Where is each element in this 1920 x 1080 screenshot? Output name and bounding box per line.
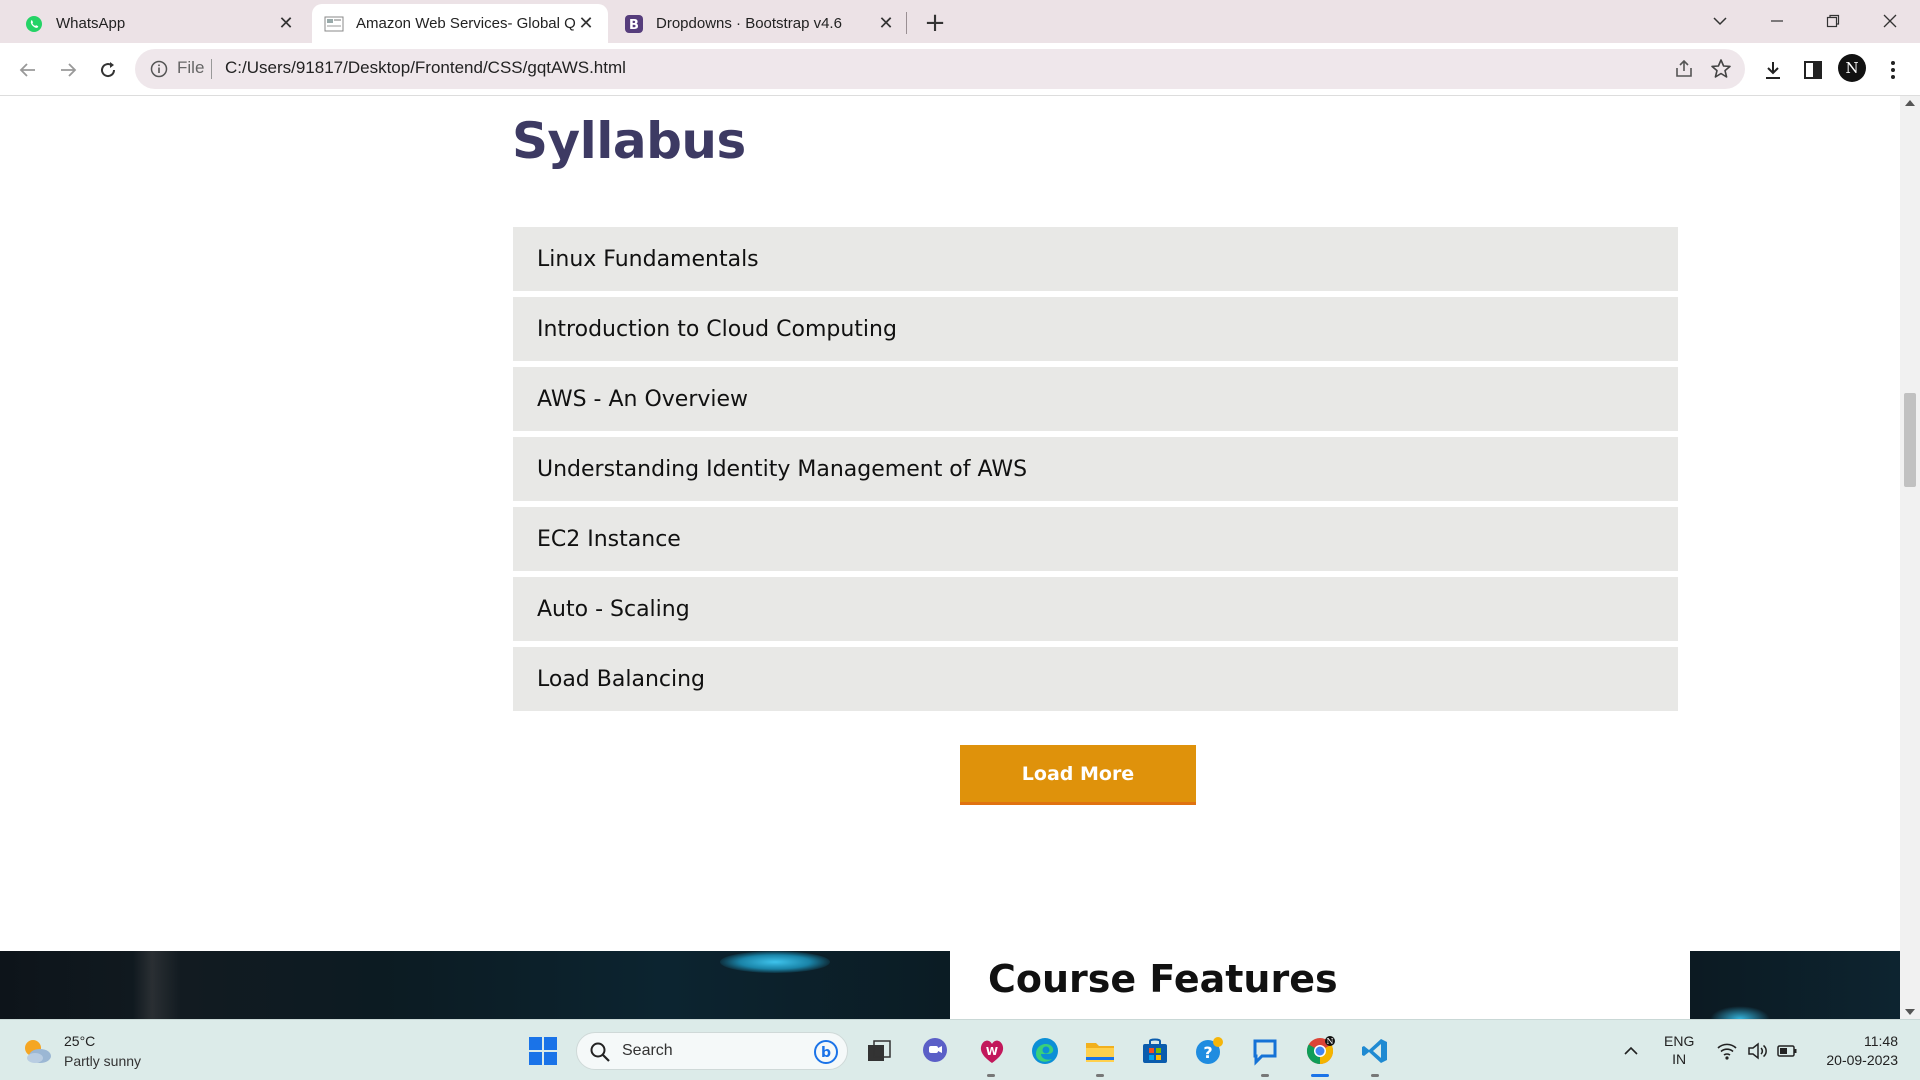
tab-title: Amazon Web Services- Global Q — [356, 15, 576, 32]
taskbar: 25°C Partly sunny Search b W ? N ENG IN … — [0, 1019, 1920, 1080]
wps-office-icon[interactable]: W — [975, 1034, 1009, 1068]
new-tab-button[interactable]: + — [920, 8, 950, 38]
divider — [211, 59, 212, 79]
tab-title: Dropdowns · Bootstrap v4.6 — [656, 15, 842, 32]
taskbar-search[interactable]: Search b — [576, 1032, 848, 1070]
svg-text:B: B — [629, 18, 639, 33]
active-indicator — [1311, 1074, 1329, 1077]
get-help-icon[interactable]: ? — [1193, 1034, 1227, 1068]
course-features-section: Course Features — [0, 951, 1900, 1019]
syllabus-list: Linux Fundamentals Introduction to Cloud… — [513, 227, 1678, 717]
region-code: IN — [1672, 1051, 1687, 1067]
tab-title: WhatsApp — [56, 15, 126, 32]
svg-text:b: b — [821, 1045, 831, 1061]
forward-icon[interactable] — [54, 56, 82, 84]
bootstrap-icon: B — [624, 14, 644, 34]
running-indicator — [1261, 1074, 1269, 1077]
page-viewport: Syllabus Linux Fundamentals Introduction… — [0, 96, 1900, 1019]
quick-assist-icon[interactable] — [1248, 1034, 1282, 1068]
close-icon[interactable]: ✕ — [276, 13, 296, 34]
url-text[interactable]: C:/Users/91817/Desktop/Frontend/CSS/gqtA… — [225, 58, 626, 78]
close-icon[interactable]: ✕ — [876, 13, 896, 34]
weather-widget[interactable]: 25°C Partly sunny — [20, 1030, 180, 1074]
list-item[interactable]: Load Balancing — [513, 647, 1678, 711]
address-bar[interactable]: File C:/Users/91817/Desktop/Frontend/CSS… — [135, 49, 1745, 89]
partly-sunny-icon — [20, 1034, 54, 1068]
tab-whatsapp[interactable]: WhatsApp ✕ — [12, 4, 308, 43]
list-item[interactable]: Introduction to Cloud Computing — [513, 297, 1678, 361]
scheme-label: File — [177, 58, 205, 77]
svg-text:W: W — [986, 1045, 998, 1058]
browser-toolbar: File C:/Users/91817/Desktop/Frontend/CSS… — [0, 43, 1920, 96]
background-image — [1690, 951, 1900, 1019]
reload-icon[interactable] — [94, 56, 122, 84]
search-placeholder: Search — [622, 1042, 673, 1059]
task-view-icon[interactable] — [862, 1034, 896, 1068]
running-indicator — [1371, 1074, 1379, 1077]
language-indicator[interactable]: ENG IN — [1664, 1032, 1694, 1068]
section-title: Course Features — [988, 957, 1338, 1001]
edge-icon[interactable] — [1028, 1034, 1062, 1068]
scroll-thumb[interactable] — [1904, 393, 1916, 487]
tab-separator — [906, 12, 907, 34]
info-icon[interactable] — [149, 59, 169, 79]
background-image — [0, 951, 950, 1019]
volume-icon[interactable] — [1746, 1040, 1768, 1062]
features-card: Course Features — [950, 951, 1690, 1019]
clock-date: 20-09-2023 — [1826, 1052, 1898, 1068]
load-more-button[interactable]: Load More — [960, 745, 1196, 805]
file-explorer-icon[interactable] — [1083, 1034, 1117, 1068]
vertical-scrollbar[interactable] — [1900, 96, 1920, 1019]
download-icon[interactable] — [1760, 57, 1786, 83]
weather-temperature: 25°C — [64, 1033, 96, 1049]
clock[interactable]: 11:48 20-09-2023 — [1816, 1032, 1898, 1070]
language-code: ENG — [1664, 1033, 1695, 1049]
list-item[interactable]: EC2 Instance — [513, 507, 1678, 571]
page-icon — [324, 14, 344, 34]
close-window-icon[interactable] — [1870, 6, 1910, 36]
avatar[interactable]: N — [1838, 54, 1866, 82]
back-icon[interactable] — [14, 56, 42, 84]
microsoft-store-icon[interactable] — [1138, 1034, 1172, 1068]
whatsapp-icon — [24, 14, 44, 34]
tab-aws[interactable]: Amazon Web Services- Global Q ✕ — [312, 4, 608, 43]
tab-strip: WhatsApp ✕ Amazon Web Services- Global Q… — [0, 0, 1920, 43]
chrome-icon[interactable]: N — [1303, 1034, 1337, 1068]
teams-chat-icon[interactable] — [918, 1034, 952, 1068]
battery-icon[interactable] — [1776, 1040, 1798, 1062]
list-item[interactable]: AWS - An Overview — [513, 367, 1678, 431]
clock-time: 11:48 — [1864, 1033, 1898, 1049]
search-icon — [589, 1041, 611, 1063]
running-indicator — [987, 1074, 995, 1077]
share-icon[interactable] — [1673, 58, 1695, 80]
scroll-down-arrow-icon[interactable] — [1905, 1009, 1915, 1015]
chevron-up-icon[interactable] — [1622, 1042, 1640, 1060]
bing-icon[interactable]: b — [813, 1039, 839, 1065]
running-indicator — [1096, 1074, 1104, 1077]
list-item[interactable]: Auto - Scaling — [513, 577, 1678, 641]
restore-icon[interactable] — [1813, 6, 1853, 36]
page-title: Syllabus — [512, 112, 746, 170]
menu-kebab-icon[interactable] — [1880, 57, 1906, 83]
weather-description: Partly sunny — [64, 1053, 142, 1069]
scroll-up-arrow-icon[interactable] — [1905, 100, 1915, 106]
list-item[interactable]: Understanding Identity Management of AWS — [513, 437, 1678, 501]
wifi-icon[interactable] — [1716, 1040, 1738, 1062]
tab-search-chevron-icon[interactable] — [1700, 6, 1740, 36]
svg-text:N: N — [1327, 1037, 1334, 1046]
vscode-icon[interactable] — [1358, 1034, 1392, 1068]
windows-start-icon[interactable] — [528, 1036, 558, 1066]
svg-text:?: ? — [1203, 1043, 1212, 1062]
bookmark-star-icon[interactable] — [1709, 57, 1733, 81]
minimize-icon[interactable] — [1757, 6, 1797, 36]
list-item[interactable]: Linux Fundamentals — [513, 227, 1678, 291]
side-panel-icon[interactable] — [1800, 57, 1826, 83]
close-icon[interactable]: ✕ — [576, 13, 596, 34]
tab-bootstrap[interactable]: B Dropdowns · Bootstrap v4.6 ✕ — [612, 4, 908, 43]
